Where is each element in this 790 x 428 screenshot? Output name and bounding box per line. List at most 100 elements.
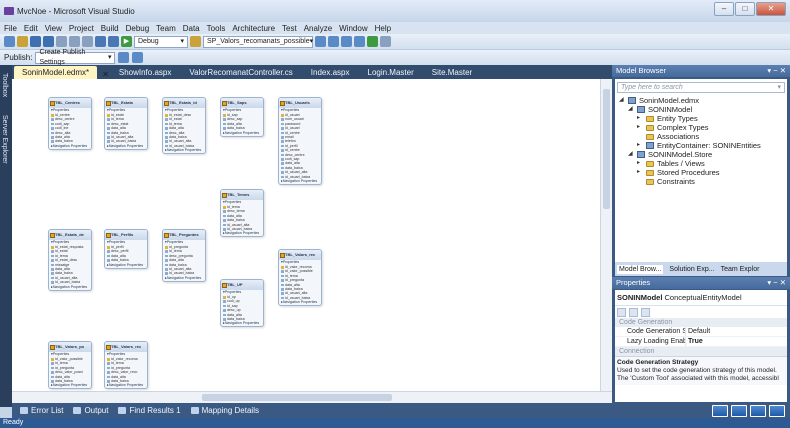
tree-node[interactable]: Constraints bbox=[615, 177, 787, 186]
entity-property[interactable]: id_usuari_baixa bbox=[163, 144, 205, 148]
publish-settings-select[interactable]: Create Publish Settings ▾ bbox=[35, 49, 116, 66]
expand-icon[interactable]: ▸ bbox=[637, 159, 643, 168]
minimize-button[interactable]: – bbox=[714, 2, 734, 16]
entity-section[interactable]: Navigation Properties bbox=[163, 276, 205, 281]
entity-tbl-preguntes[interactable]: TBL_PreguntesPropertiesid_preguntaid_tem… bbox=[162, 229, 206, 282]
start-debug-icon[interactable]: ▶ bbox=[121, 36, 132, 47]
panel-tab[interactable]: Model Brow... bbox=[617, 264, 664, 274]
redo-icon[interactable] bbox=[108, 36, 119, 47]
server-explorer-side-tab[interactable]: Server Explorer bbox=[1, 115, 8, 164]
find-icon[interactable] bbox=[190, 36, 201, 47]
tree-node[interactable]: ▸ Tables / Views bbox=[615, 159, 787, 168]
expand-icon[interactable]: ◢ bbox=[628, 105, 634, 114]
entity-section[interactable]: Navigation Properties bbox=[279, 300, 321, 305]
menu-item-data[interactable]: Data bbox=[183, 24, 200, 33]
menu-item-tools[interactable]: Tools bbox=[207, 24, 226, 33]
entity-tbl-centres[interactable]: TBL_CentresPropertiesid_centredesc_centr… bbox=[48, 97, 92, 150]
save-icon[interactable] bbox=[30, 36, 41, 47]
tree-node[interactable]: ▸ Complex Types bbox=[615, 123, 787, 132]
doc-tab[interactable]: SoninModel.edmx* bbox=[14, 66, 98, 79]
new-project-icon[interactable] bbox=[4, 36, 15, 47]
taskbar-window-icon[interactable] bbox=[712, 405, 728, 417]
maximize-button[interactable]: □ bbox=[735, 2, 755, 16]
designer-horizontal-scrollbar[interactable] bbox=[12, 391, 612, 403]
entity-property[interactable]: data_baixa bbox=[49, 139, 91, 143]
entity-property[interactable]: id_usuari_baixa bbox=[221, 227, 263, 231]
property-category[interactable]: Code Generation bbox=[615, 318, 787, 327]
entity-section[interactable]: Navigation Properties bbox=[49, 144, 91, 149]
search-dropdown-icon[interactable]: ▾ bbox=[777, 83, 781, 92]
model-search-input[interactable]: Type here to search ▾ bbox=[617, 82, 785, 93]
entity-property[interactable]: data_baixa bbox=[221, 317, 263, 321]
taskbar-window-icon[interactable] bbox=[731, 405, 747, 417]
tree-node[interactable]: Associations bbox=[615, 132, 787, 141]
taskbar-window-icon[interactable] bbox=[750, 405, 766, 417]
property-pages-icon[interactable] bbox=[641, 308, 650, 317]
menu-item-test[interactable]: Test bbox=[282, 24, 297, 33]
bottom-tab[interactable]: Error List bbox=[20, 406, 63, 415]
entity-section[interactable]: Navigation Properties bbox=[105, 144, 147, 149]
entity-section[interactable]: Navigation Properties bbox=[279, 179, 321, 184]
entity-title[interactable]: TBL_Perfils bbox=[105, 230, 147, 240]
entity-section[interactable]: Navigation Properties bbox=[49, 285, 91, 290]
menu-item-window[interactable]: Window bbox=[339, 24, 367, 33]
expand-icon[interactable]: ▸ bbox=[637, 168, 643, 177]
entity-tbl-estats[interactable]: TBL_EstatsPropertiesid_estatid_temadesc_… bbox=[104, 97, 148, 150]
menu-item-build[interactable]: Build bbox=[101, 24, 119, 33]
entity-section[interactable]: Navigation Properties bbox=[221, 321, 263, 326]
tree-node[interactable]: ▸ EntityContainer: SONINEntities bbox=[615, 141, 787, 150]
entity-title[interactable]: TBL_Estats_id bbox=[163, 98, 205, 108]
expand-icon[interactable]: ▸ bbox=[637, 123, 643, 132]
doc-tab[interactable]: Login.Master bbox=[360, 66, 422, 79]
entity-tbl-temes[interactable]: TBL_TemesPropertiesid_temadesc_temadata_… bbox=[220, 189, 264, 238]
entity-property[interactable]: id_usuari_baixa bbox=[49, 280, 91, 284]
entity-title[interactable]: TBL_Estats bbox=[105, 98, 147, 108]
menu-item-team[interactable]: Team bbox=[156, 24, 176, 33]
expand-icon[interactable]: ▸ bbox=[637, 114, 643, 123]
menu-item-analyze[interactable]: Analyze bbox=[304, 24, 332, 33]
entity-section[interactable]: Navigation Properties bbox=[221, 131, 263, 136]
menu-item-file[interactable]: File bbox=[4, 24, 17, 33]
menu-item-help[interactable]: Help bbox=[375, 24, 391, 33]
open-file-icon[interactable] bbox=[17, 36, 28, 47]
entity-title[interactable]: TBL_Valors_po bbox=[49, 342, 91, 352]
entity-title[interactable]: TBL_Estats_de bbox=[49, 230, 91, 240]
menu-item-edit[interactable]: Edit bbox=[24, 24, 38, 33]
panel-tab[interactable]: Team Explor bbox=[721, 266, 760, 273]
pin-icon[interactable]: ▾ − ✕ bbox=[767, 65, 786, 77]
paste-icon[interactable] bbox=[82, 36, 93, 47]
publish-web-icon[interactable] bbox=[118, 52, 130, 63]
entity-property[interactable]: data_baixa bbox=[49, 379, 91, 383]
entity-section[interactable]: Navigation Properties bbox=[163, 148, 205, 153]
entity-title[interactable]: TBL_Usuaris bbox=[279, 98, 321, 108]
entity-tbl-perfils[interactable]: TBL_PerfilsPropertiesid_perfildesc_perfi… bbox=[104, 229, 148, 269]
entity-title[interactable]: TBL_Preguntes bbox=[163, 230, 205, 240]
entity-section[interactable]: Navigation Properties bbox=[49, 383, 91, 388]
pin-icon[interactable]: ▾ − ✕ bbox=[767, 277, 786, 289]
doc-tab[interactable]: Site.Master bbox=[424, 66, 480, 79]
close-tab-icon[interactable]: ✕ bbox=[102, 70, 109, 79]
cut-icon[interactable] bbox=[56, 36, 67, 47]
entity-title[interactable]: TBL_Temes bbox=[221, 190, 263, 200]
entity-tbl-estats-id[interactable]: TBL_Estats_idPropertiesid_estat_descid_e… bbox=[162, 97, 206, 155]
properties-object-selector[interactable]: SONINModel ConceptualEntityModel bbox=[615, 290, 787, 306]
doc-tab[interactable]: ValorRecomanatController.cs bbox=[181, 66, 300, 79]
entity-property[interactable]: id_usuari_baixa bbox=[279, 175, 321, 179]
property-row[interactable]: Lazy Loading EnabledTrue bbox=[615, 337, 787, 347]
bottom-tab[interactable]: Find Results 1 bbox=[118, 406, 181, 415]
scroll-thumb[interactable] bbox=[202, 394, 392, 401]
command-window-icon[interactable] bbox=[380, 36, 391, 47]
entity-tbl-valors-po[interactable]: TBL_Valors_poPropertiesid_valor_possible… bbox=[48, 341, 92, 390]
toolbox-icon[interactable] bbox=[354, 36, 365, 47]
entity-property[interactable]: id_usuari_baixa bbox=[105, 139, 147, 143]
entity-tbl-usuaris[interactable]: TBL_UsuarisPropertiesid_usuarinom_usuari… bbox=[278, 97, 322, 186]
menu-item-debug[interactable]: Debug bbox=[126, 24, 150, 33]
categorized-icon[interactable] bbox=[617, 308, 626, 317]
entity-property[interactable]: data_baixa bbox=[221, 126, 263, 130]
entity-property[interactable]: id_usuari_baixa bbox=[163, 271, 205, 275]
menu-item-architecture[interactable]: Architecture bbox=[232, 24, 275, 33]
undo-icon[interactable] bbox=[95, 36, 106, 47]
tree-node[interactable]: ◢ SoninModel.edmx bbox=[615, 96, 787, 105]
taskbar-window-icon[interactable] bbox=[769, 405, 785, 417]
bottom-tab[interactable]: Output bbox=[73, 406, 108, 415]
